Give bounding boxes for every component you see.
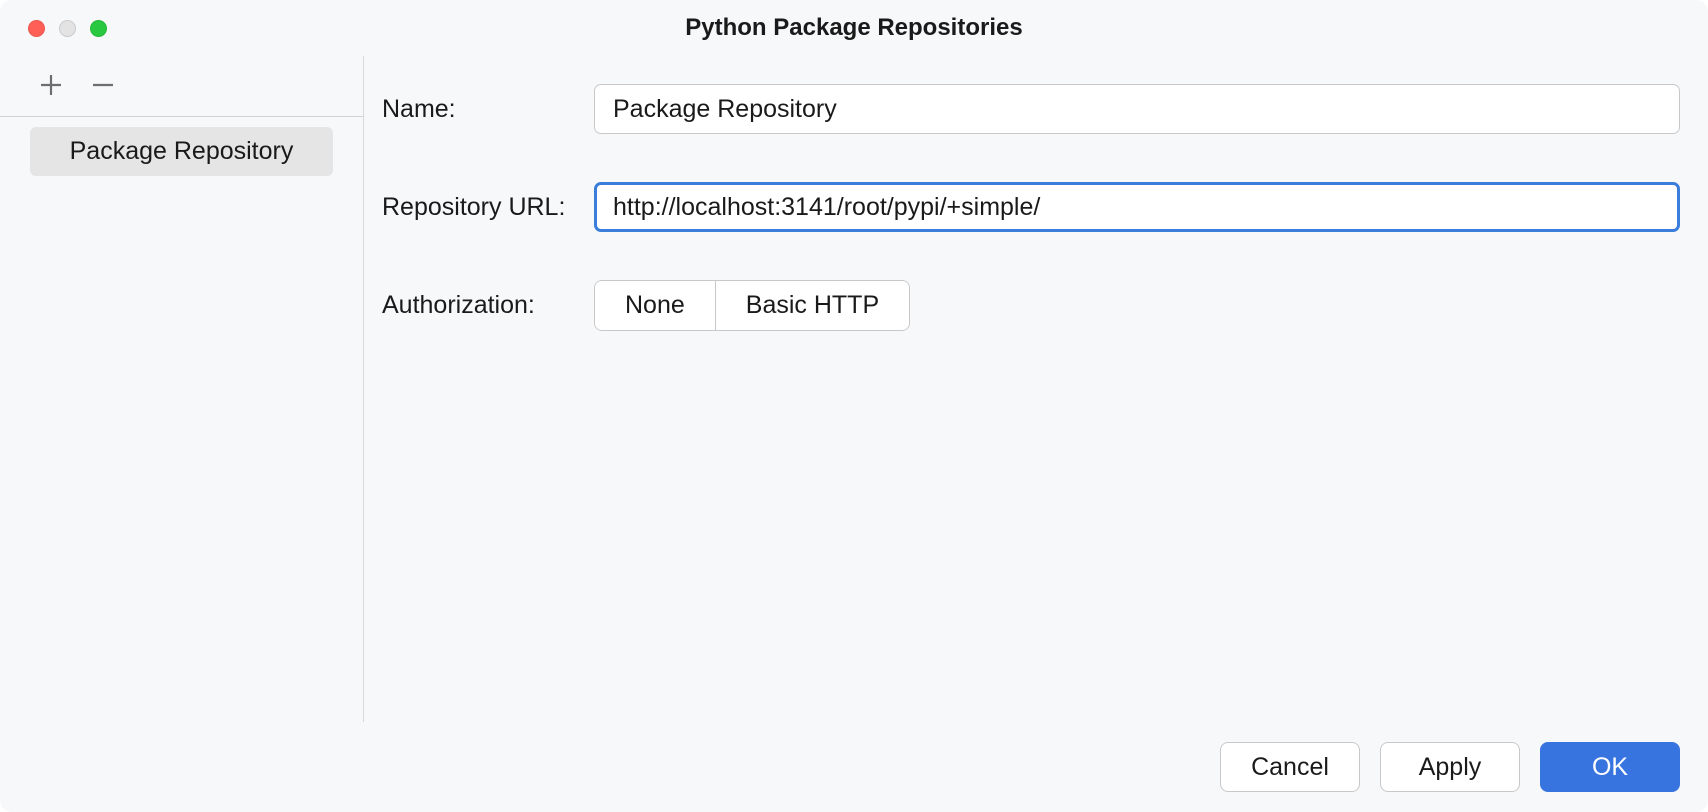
titlebar: Python Package Repositories — [0, 0, 1708, 56]
main-panel: Name: Repository URL: Authorization: Non… — [364, 56, 1708, 722]
repository-list: Package Repository — [0, 127, 363, 722]
remove-icon[interactable] — [88, 70, 118, 100]
window-controls — [0, 20, 107, 37]
content-area: Package Repository Name: Repository URL:… — [0, 56, 1708, 722]
dialog-footer: Cancel Apply OK — [0, 722, 1708, 812]
name-row: Name: — [382, 84, 1680, 134]
add-icon[interactable] — [36, 70, 66, 100]
name-input[interactable] — [594, 84, 1680, 134]
authorization-row: Authorization: None Basic HTTP — [382, 280, 1680, 331]
cancel-button[interactable]: Cancel — [1220, 742, 1360, 792]
repository-url-input[interactable] — [594, 182, 1680, 232]
url-label: Repository URL: — [382, 193, 594, 222]
close-window-icon[interactable] — [28, 20, 45, 37]
auth-option-basic-http[interactable]: Basic HTTP — [715, 281, 909, 330]
sidebar-item-package-repository[interactable]: Package Repository — [30, 127, 333, 176]
minimize-window-icon[interactable] — [59, 20, 76, 37]
maximize-window-icon[interactable] — [90, 20, 107, 37]
name-label: Name: — [382, 95, 594, 124]
sidebar: Package Repository — [0, 56, 364, 722]
sidebar-toolbar — [0, 70, 363, 117]
apply-button[interactable]: Apply — [1380, 742, 1520, 792]
window-title: Python Package Repositories — [0, 14, 1708, 42]
authorization-segmented: None Basic HTTP — [594, 280, 910, 331]
sidebar-item-label: Package Repository — [70, 137, 294, 165]
auth-option-none[interactable]: None — [595, 281, 715, 330]
url-row: Repository URL: — [382, 182, 1680, 232]
dialog-window: Python Package Repositories — [0, 0, 1708, 812]
authorization-label: Authorization: — [382, 291, 594, 320]
ok-button[interactable]: OK — [1540, 742, 1680, 792]
